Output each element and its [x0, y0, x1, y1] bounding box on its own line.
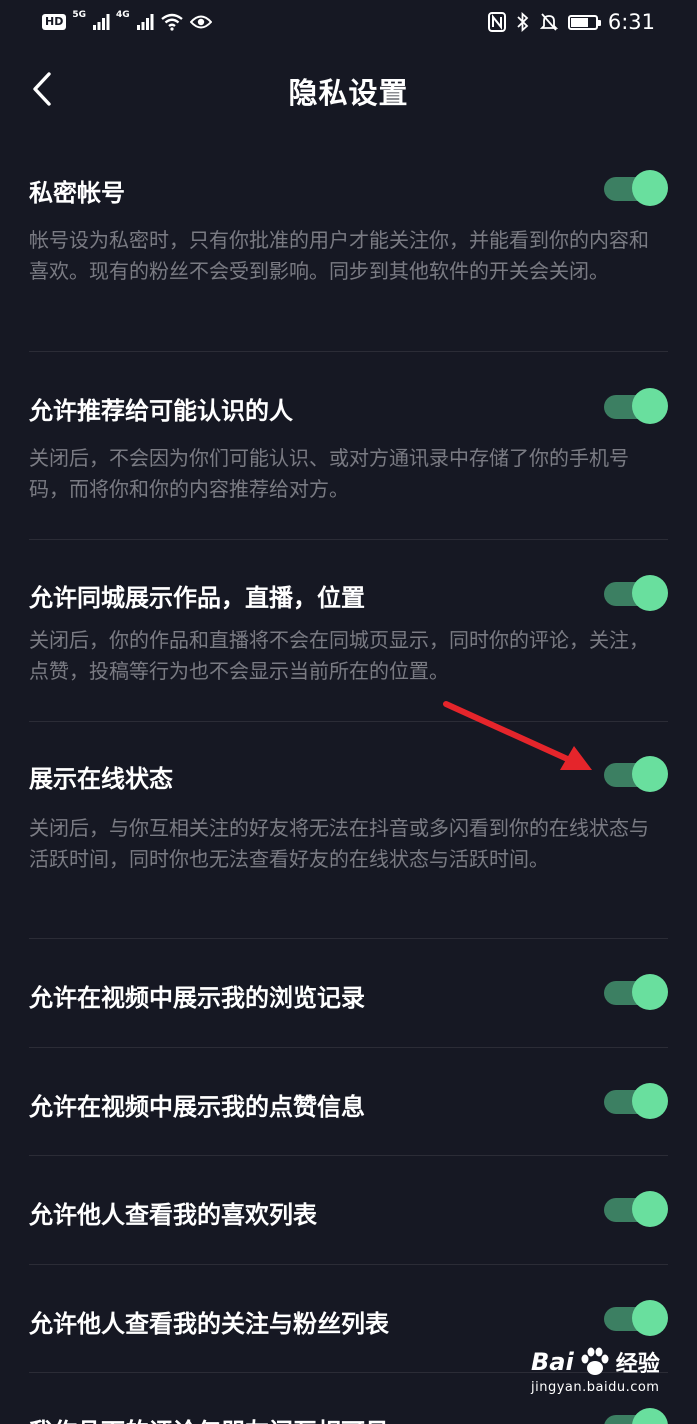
setting-description: 关闭后，你的作品和直播将不会在同城页显示，同时你的评论，关注，点赞，投稿等行为也…	[29, 628, 649, 683]
baidu-jingyan-watermark: Bai 经验 jingyan.baidu.com	[531, 1346, 661, 1410]
setting-row-comments-friends: 我作品下的评论仅朋友间互相可见	[29, 1408, 668, 1424]
nfc-icon	[487, 12, 506, 32]
comments-friends-toggle[interactable]	[604, 1408, 668, 1424]
setting-row-same-city: 允许同城展示作品，直播，位置 关闭后，你的作品和直播将不会在同城页显示，同时你的…	[29, 575, 668, 705]
setting-title: 我作品下的评论仅朋友间互相可见	[29, 1412, 389, 1424]
setting-description: 关闭后，不会因为你们可能认识、或对方通讯录中存储了你的手机号码，而将你和你的内容…	[29, 446, 629, 501]
setting-title: 允许推荐给可能认识的人	[29, 397, 293, 425]
toggle-knob	[632, 1083, 668, 1119]
setting-row-browse-history: 允许在视频中展示我的浏览记录	[29, 974, 668, 1014]
setting-title: 私密帐号	[29, 179, 125, 207]
toggle-knob	[632, 388, 668, 424]
private-account-toggle[interactable]	[604, 170, 668, 208]
likes-list-toggle[interactable]	[604, 1191, 668, 1229]
wifi-icon	[160, 13, 183, 31]
setting-row-like-info: 允许在视频中展示我的点赞信息	[29, 1083, 668, 1123]
baidu-paw-icon	[581, 1347, 609, 1375]
recommend-to-contacts-toggle[interactable]	[604, 388, 668, 426]
setting-description: 关闭后，与你互相关注的好友将无法在抖音或多闪看到你的在线状态与活跃时间，同时你也…	[29, 816, 649, 871]
setting-title: 允许在视频中展示我的浏览记录	[29, 984, 365, 1012]
signal-icon	[93, 14, 110, 30]
mute-bell-icon	[539, 13, 558, 31]
page-title: 隐私设置	[288, 76, 409, 110]
online-status-toggle[interactable]	[604, 756, 668, 794]
battery-level	[570, 17, 588, 27]
toggle-knob	[632, 974, 668, 1010]
status-time: 6:31	[607, 10, 655, 34]
setting-row-online-status: 展示在线状态 关闭后，与你互相关注的好友将无法在抖音或多闪看到你的在线状态与活跃…	[29, 756, 668, 916]
screen: HD 5G 4G 6:31 隐私设置 私密帐号 帐号设为私密时，只有你批准的用户…	[0, 0, 697, 1424]
watermark-brand: Bai	[531, 1348, 574, 1376]
bluetooth-icon	[517, 12, 529, 32]
follow-list-toggle[interactable]	[604, 1300, 668, 1338]
divider	[29, 1047, 668, 1048]
battery-icon	[567, 14, 601, 30]
toggle-knob	[632, 170, 668, 206]
setting-description: 帐号设为私密时，只有你批准的用户才能关注你，并能看到你的内容和喜欢。现有的粉丝不…	[29, 228, 649, 283]
setting-title: 允许他人查看我的喜欢列表	[29, 1201, 317, 1229]
eye-icon	[189, 15, 212, 29]
setting-title: 允许他人查看我的关注与粉丝列表	[29, 1310, 389, 1338]
same-city-toggle[interactable]	[604, 575, 668, 613]
setting-row-recommend-to-contacts: 允许推荐给可能认识的人 关闭后，不会因为你们可能认识、或对方通讯录中存储了你的手…	[29, 388, 668, 518]
watermark-domain: jingyan.baidu.com	[531, 1380, 660, 1395]
hd-badge: HD	[42, 14, 67, 30]
watermark-brand-row: Bai 经验	[531, 1346, 661, 1378]
setting-title: 展示在线状态	[29, 765, 173, 793]
divider	[29, 938, 668, 939]
setting-row-follow-list: 允许他人查看我的关注与粉丝列表	[29, 1300, 668, 1340]
setting-row-private-account: 私密帐号 帐号设为私密时，只有你批准的用户才能关注你，并能看到你的内容和喜欢。现…	[29, 170, 668, 320]
divider	[29, 1155, 668, 1156]
annotation-arrow-icon	[443, 701, 592, 770]
status-bar: HD 5G 4G 6:31	[0, 0, 697, 44]
network-4g-label: 4G	[116, 10, 130, 20]
network-5g-label: 5G	[72, 10, 86, 20]
toggle-knob	[632, 575, 668, 611]
signal-icon	[136, 14, 154, 30]
toggle-knob	[632, 756, 668, 792]
watermark-jingyan: 经验	[615, 1352, 660, 1377]
divider	[29, 539, 668, 540]
setting-title: 允许同城展示作品，直播，位置	[29, 584, 365, 612]
nav-bar: 隐私设置	[0, 50, 697, 130]
setting-row-likes-list: 允许他人查看我的喜欢列表	[29, 1191, 668, 1231]
divider	[29, 1264, 668, 1265]
toggle-knob	[632, 1408, 668, 1424]
status-right: 6:31	[487, 8, 655, 36]
toggle-knob	[632, 1191, 668, 1227]
browse-history-toggle[interactable]	[604, 974, 668, 1012]
setting-title: 允许在视频中展示我的点赞信息	[29, 1093, 365, 1121]
toggle-knob	[632, 1300, 668, 1336]
divider	[29, 351, 668, 352]
like-info-toggle[interactable]	[604, 1083, 668, 1121]
status-left: HD 5G 4G	[42, 8, 212, 36]
